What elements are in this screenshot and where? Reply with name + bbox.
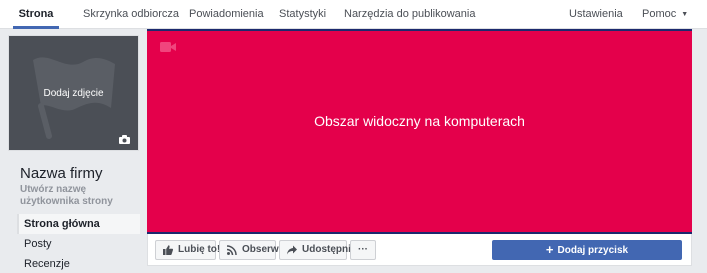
thumbs-up-icon	[163, 245, 173, 255]
tab-notifications[interactable]: Powiadomienia	[189, 0, 264, 29]
caret-down-icon: ▼	[681, 11, 689, 18]
like-button-label: Lubię to!	[178, 244, 221, 255]
more-options-button[interactable]: ···	[350, 240, 376, 260]
tab-settings[interactable]: Ustawienia	[569, 0, 623, 29]
page-name: Nazwa firmy	[20, 165, 103, 182]
help-label: Pomoc	[642, 8, 677, 20]
cover-photo-area[interactable]: Obszar widoczny na komputerach	[147, 29, 692, 234]
share-arrow-icon	[287, 245, 297, 255]
tab-page[interactable]: Strona	[13, 0, 59, 29]
create-username-link[interactable]: Utwórz nazwę użytkownika strony	[20, 184, 145, 208]
share-button[interactable]: Udostępnij	[279, 240, 354, 260]
tab-insights[interactable]: Statystyki	[279, 0, 326, 29]
page-side-nav: Strona główna Posty Recenzje	[17, 214, 140, 273]
desktop-visible-area-label: Obszar widoczny na komputerach	[314, 113, 525, 129]
page-top-nav: Strona Skrzynka odbiorcza Powiadomienia …	[0, 0, 707, 29]
camera-icon[interactable]	[119, 135, 130, 144]
sidebar-item-home[interactable]: Strona główna	[17, 214, 140, 234]
video-camera-icon[interactable]	[160, 42, 176, 52]
add-button-label: Dodaj przycisk	[557, 245, 629, 256]
add-button-button[interactable]: + Dodaj przycisk	[492, 240, 682, 260]
sidebar-item-reviews[interactable]: Recenzje	[17, 254, 140, 273]
rss-icon	[227, 245, 237, 255]
tab-inbox[interactable]: Skrzynka odbiorcza	[83, 0, 179, 29]
like-button[interactable]: Lubię to!	[155, 240, 220, 260]
share-button-label: Udostępnij	[302, 244, 354, 255]
page-action-bar: Lubię to! Obserwuj Udostępnij ··· + Dodaj…	[147, 234, 692, 266]
plus-icon: +	[545, 242, 554, 257]
add-photo-label[interactable]: Dodaj zdjęcie	[9, 88, 138, 99]
help-menu[interactable]: Pomoc ▼	[642, 0, 688, 29]
profile-photo[interactable]: Dodaj zdjęcie	[8, 35, 139, 151]
follow-button[interactable]: Obserwuj	[219, 240, 288, 260]
tab-publishing-tools[interactable]: Narzędzia do publikowania	[344, 0, 475, 29]
sidebar-item-posts[interactable]: Posty	[17, 234, 140, 254]
